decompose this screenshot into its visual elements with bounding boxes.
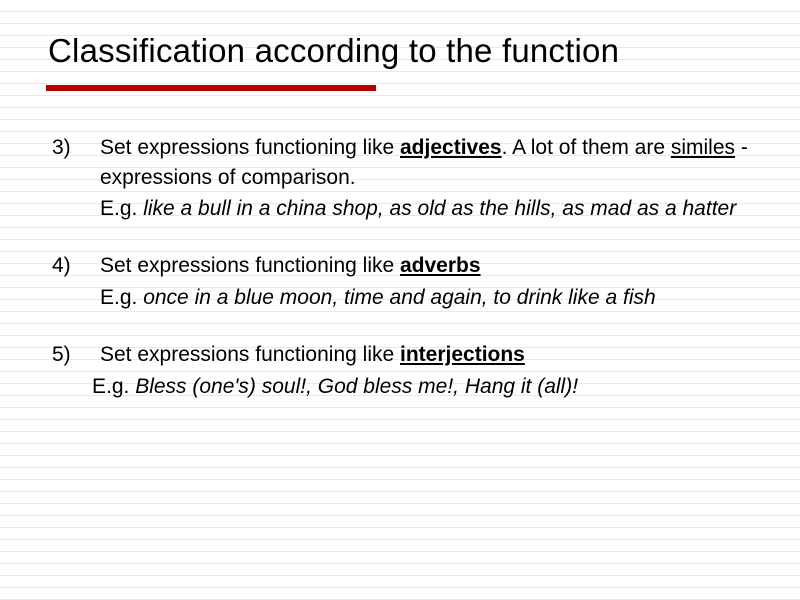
text-run: . A lot of them are [502,136,671,159]
example-text: once in a blue moon, time and again, to … [143,286,655,309]
item-number: 3) [48,133,100,223]
text-run: Set expressions functioning like [100,343,400,366]
item-number: 4) [48,251,100,312]
example-label: E.g. [100,286,143,309]
item-text: Set expressions functioning like interje… [100,340,752,369]
list-item: 3) Set expressions functioning like adje… [48,133,752,223]
slide-content: Classification according to the function… [0,0,800,431]
text-run: Set expressions functioning like [100,254,400,277]
item-body: Set expressions functioning like interje… [100,340,752,401]
keyword: interjections [400,343,525,366]
example-line: E.g. like a bull in a china shop, as old… [100,194,752,223]
keyword: adverbs [400,254,481,277]
example-text: Bless (one's) soul!, God bless me!, Hang… [135,375,578,398]
keyword: adjectives [400,136,502,159]
example-text: like a bull in a china shop, as old as t… [143,197,736,220]
list-item: 4) Set expressions functioning like adve… [48,251,752,312]
item-text: Set expressions functioning like adverbs [100,251,752,280]
example-label: E.g. [100,197,143,220]
example-line: E.g. Bless (one's) soul!, God bless me!,… [92,372,752,401]
example-label: E.g. [92,375,135,398]
text-run: Set expressions functioning like [100,136,400,159]
list-item: 5) Set expressions functioning like inte… [48,340,752,401]
example-line: E.g. once in a blue moon, time and again… [100,283,752,312]
keyword-secondary: similes [671,136,735,159]
item-body: Set expressions functioning like adverbs… [100,251,752,312]
item-body: Set expressions functioning like adjecti… [100,133,752,223]
slide-title: Classification according to the function [48,30,752,71]
item-text: Set expressions functioning like adjecti… [100,133,752,192]
title-rule [46,85,376,91]
